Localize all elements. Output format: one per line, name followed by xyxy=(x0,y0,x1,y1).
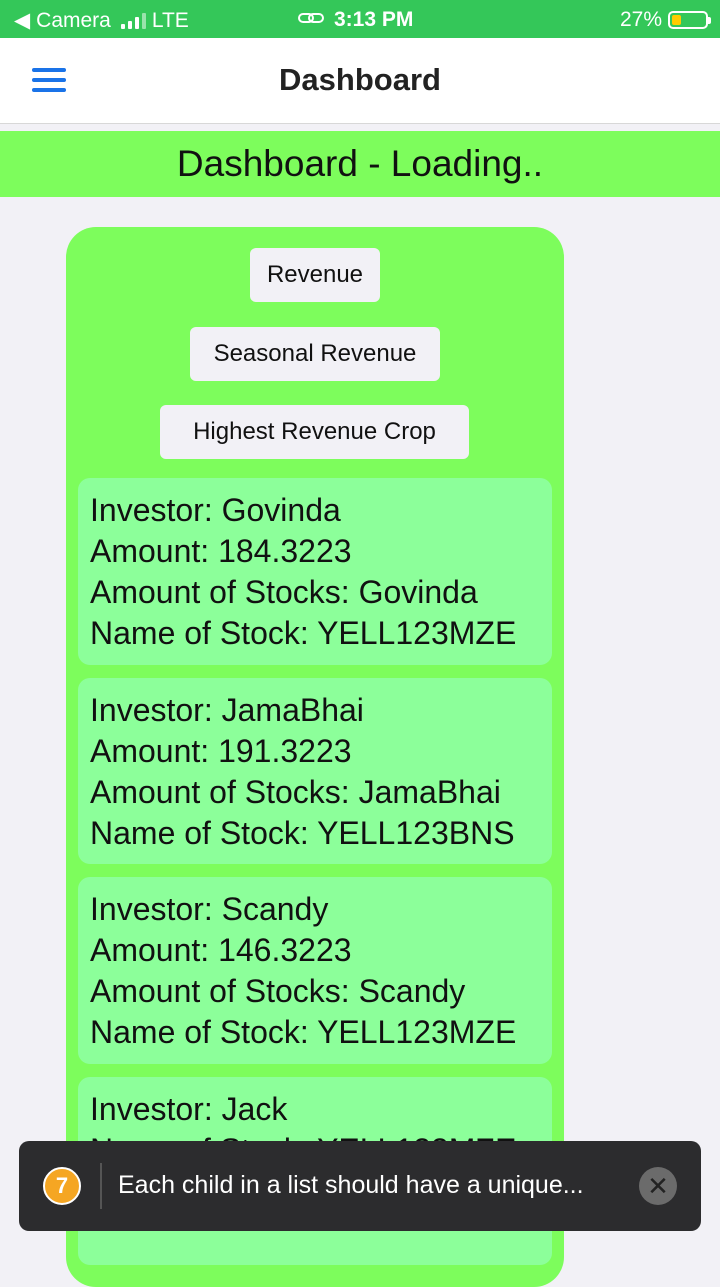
warning-toast[interactable]: 7 Each child in a list should have a uni… xyxy=(19,1141,701,1231)
revenue-button[interactable]: Revenue xyxy=(250,248,380,302)
battery-icon xyxy=(668,11,711,29)
investor-name: Investor: Govinda xyxy=(90,492,341,528)
clock: 3:13 PM xyxy=(334,8,414,31)
seasonal-revenue-button[interactable]: Seasonal Revenue xyxy=(190,327,440,381)
investor-amount: Amount: 184.3223 xyxy=(90,533,352,569)
investor-stock-amount: Amount of Stocks: Govinda xyxy=(90,574,478,610)
investor-stock-amount: Amount of Stocks: Scandy xyxy=(90,973,466,1009)
back-app-label: Camera xyxy=(36,8,111,32)
toast-message[interactable]: Each child in a list should have a uniqu… xyxy=(118,1171,584,1200)
status-right: 27% xyxy=(619,8,711,32)
signal-icon xyxy=(120,12,146,29)
link-icon xyxy=(298,8,324,32)
investor-stock-name: Name of Stock: YELL123MZE xyxy=(90,615,517,651)
status-left[interactable]: ◀ Camera LTE xyxy=(14,8,189,33)
battery-percent: 27% xyxy=(619,8,662,31)
investor-name: Investor: Scandy xyxy=(90,891,329,927)
investor-card: Investor: JamaBhai Amount: 191.3223 Amou… xyxy=(78,678,552,864)
toast-divider xyxy=(100,1163,102,1209)
dashboard-card: Revenue Seasonal Revenue Highest Revenue… xyxy=(66,227,564,1287)
warning-count-badge: 7 xyxy=(43,1167,81,1205)
investor-name: Investor: Jack xyxy=(90,1091,288,1127)
page-title: Dashboard xyxy=(279,62,441,97)
highest-revenue-crop-button[interactable]: Highest Revenue Crop xyxy=(160,405,469,459)
network-label: LTE xyxy=(151,8,189,32)
investor-amount: Amount: 146.3223 xyxy=(90,932,352,968)
back-arrow-icon: ◀ xyxy=(14,9,31,32)
investor-card: Investor: Govinda Amount: 184.3223 Amoun… xyxy=(78,478,552,665)
investor-name: Investor: JamaBhai xyxy=(90,692,364,728)
status-center: 3:13 PM xyxy=(298,8,413,32)
loading-banner: Dashboard - Loading.. xyxy=(0,131,720,197)
investor-stock-name: Name of Stock: YELL123BNS xyxy=(90,815,515,851)
investor-stock-amount: Amount of Stocks: JamaBhai xyxy=(90,774,501,810)
investor-card: Investor: Scandy Amount: 146.3223 Amount… xyxy=(78,877,552,1064)
app-header: Dashboard xyxy=(0,38,720,124)
close-icon[interactable]: ✕ xyxy=(639,1167,677,1205)
status-bar: ◀ Camera LTE 3:13 PM 27% xyxy=(0,0,720,38)
investor-amount: Amount: 191.3223 xyxy=(90,733,352,769)
investor-stock-name: Name of Stock: YELL123MZE xyxy=(90,1014,517,1050)
